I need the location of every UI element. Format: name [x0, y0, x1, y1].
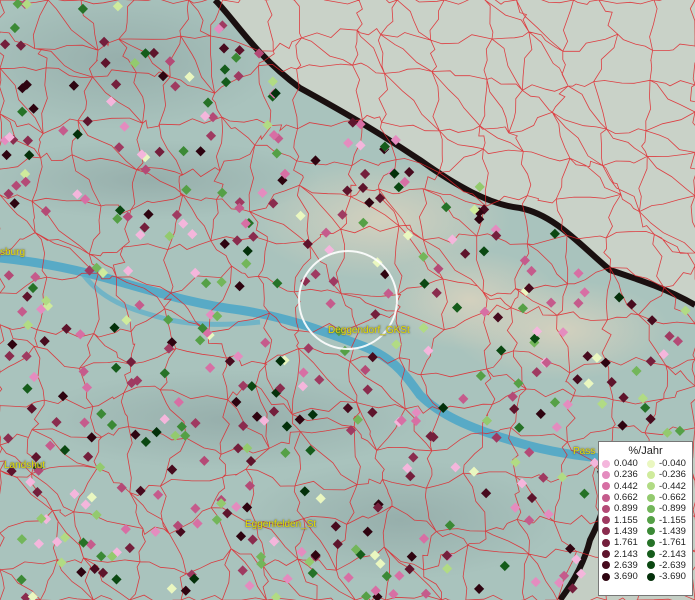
- legend-swatch: [647, 572, 655, 581]
- legend-value: -0.442: [659, 480, 686, 492]
- legend-value: 0.040: [614, 458, 638, 470]
- legend-row: 0.040: [602, 458, 647, 469]
- legend-swatch: [647, 482, 655, 491]
- legend-value: -2.639: [659, 559, 686, 571]
- legend-row: 0.442: [602, 481, 647, 492]
- legend-value: -0.662: [659, 492, 686, 504]
- legend-row: -0.899: [647, 503, 692, 514]
- legend-value: 2.639: [614, 559, 638, 571]
- legend-value: -0.040: [659, 458, 686, 470]
- legend-row: 3.690: [602, 571, 647, 582]
- legend-swatch: [602, 550, 610, 559]
- legend-row: 0.662: [602, 492, 647, 503]
- legend-swatch: [647, 459, 655, 468]
- legend: %/Jahr 0.040 0.236 0.442 0.662 0.899 1.155 1.4…: [598, 441, 693, 596]
- place-label-straubing[interactable]: sburg: [0, 247, 25, 258]
- legend-value: 0.442: [614, 480, 638, 492]
- legend-swatch: [602, 493, 610, 502]
- place-label-deggendorf[interactable]: Deggendorf_GKSt: [328, 325, 410, 336]
- legend-swatch: [647, 527, 655, 536]
- legend-column-negative: -0.040 -0.236 -0.442 -0.662 -0.899 -1.155 -1.4…: [647, 458, 692, 582]
- legend-row: -0.442: [647, 481, 692, 492]
- legend-swatch: [602, 482, 610, 491]
- legend-swatch: [647, 538, 655, 547]
- legend-value: -1.439: [659, 525, 686, 537]
- legend-value: 1.155: [614, 514, 638, 526]
- legend-value: 2.143: [614, 548, 638, 560]
- legend-value: 1.439: [614, 525, 638, 537]
- legend-row: -3.690: [647, 571, 692, 582]
- legend-swatch: [602, 572, 610, 581]
- place-label-landshut[interactable]: Landshut: [4, 460, 45, 471]
- legend-row: 1.155: [602, 514, 647, 526]
- legend-swatch: [602, 516, 610, 525]
- legend-row: -2.639: [647, 560, 692, 571]
- legend-value: -2.143: [659, 548, 686, 560]
- legend-swatch: [647, 516, 655, 525]
- legend-swatch: [647, 550, 655, 559]
- legend-swatch: [647, 561, 655, 570]
- legend-row: 0.899: [602, 503, 647, 514]
- place-label-eggenfelden[interactable]: Eggenfelden_St: [245, 519, 316, 530]
- legend-value: -0.899: [659, 503, 686, 515]
- legend-row: -1.761: [647, 537, 692, 548]
- legend-value: 0.662: [614, 492, 638, 504]
- legend-column-positive: 0.040 0.236 0.442 0.662 0.899 1.155 1.439 1.761…: [602, 458, 647, 582]
- legend-row: -0.040: [647, 458, 692, 469]
- legend-row: 1.761: [602, 537, 647, 548]
- legend-swatch: [602, 561, 610, 570]
- legend-value: -0.236: [659, 469, 686, 481]
- legend-row: 0.236: [602, 469, 647, 480]
- place-label-passau[interactable]: Pass: [573, 446, 595, 457]
- legend-swatch: [602, 527, 610, 536]
- legend-swatch: [647, 470, 655, 479]
- legend-row: 2.143: [602, 548, 647, 560]
- legend-swatch: [602, 470, 610, 479]
- map-view[interactable]: Deggendorf_GKSt sburg Landshut Eggenfeld…: [0, 0, 695, 600]
- legend-row: -1.155: [647, 514, 692, 526]
- legend-row: -0.662: [647, 492, 692, 503]
- map-canvas[interactable]: [0, 0, 695, 600]
- legend-row: -2.143: [647, 548, 692, 560]
- legend-value: 0.899: [614, 503, 638, 515]
- legend-title: %/Jahr: [628, 445, 663, 457]
- legend-swatch: [602, 459, 610, 468]
- legend-swatch: [602, 504, 610, 513]
- legend-value: -3.690: [659, 571, 686, 583]
- legend-value: -1.155: [659, 514, 686, 526]
- legend-value: 0.236: [614, 469, 638, 481]
- legend-row: 1.439: [602, 526, 647, 537]
- legend-value: 3.690: [614, 571, 638, 583]
- legend-swatch: [602, 538, 610, 547]
- legend-value: -1.761: [659, 537, 686, 549]
- legend-value: 1.761: [614, 537, 638, 549]
- legend-row: 2.639: [602, 560, 647, 571]
- legend-row: -1.439: [647, 526, 692, 537]
- legend-swatch: [647, 493, 655, 502]
- legend-swatch: [647, 504, 655, 513]
- legend-grid: 0.040 0.236 0.442 0.662 0.899 1.155 1.439 1.761…: [599, 458, 692, 582]
- legend-row: -0.236: [647, 469, 692, 480]
